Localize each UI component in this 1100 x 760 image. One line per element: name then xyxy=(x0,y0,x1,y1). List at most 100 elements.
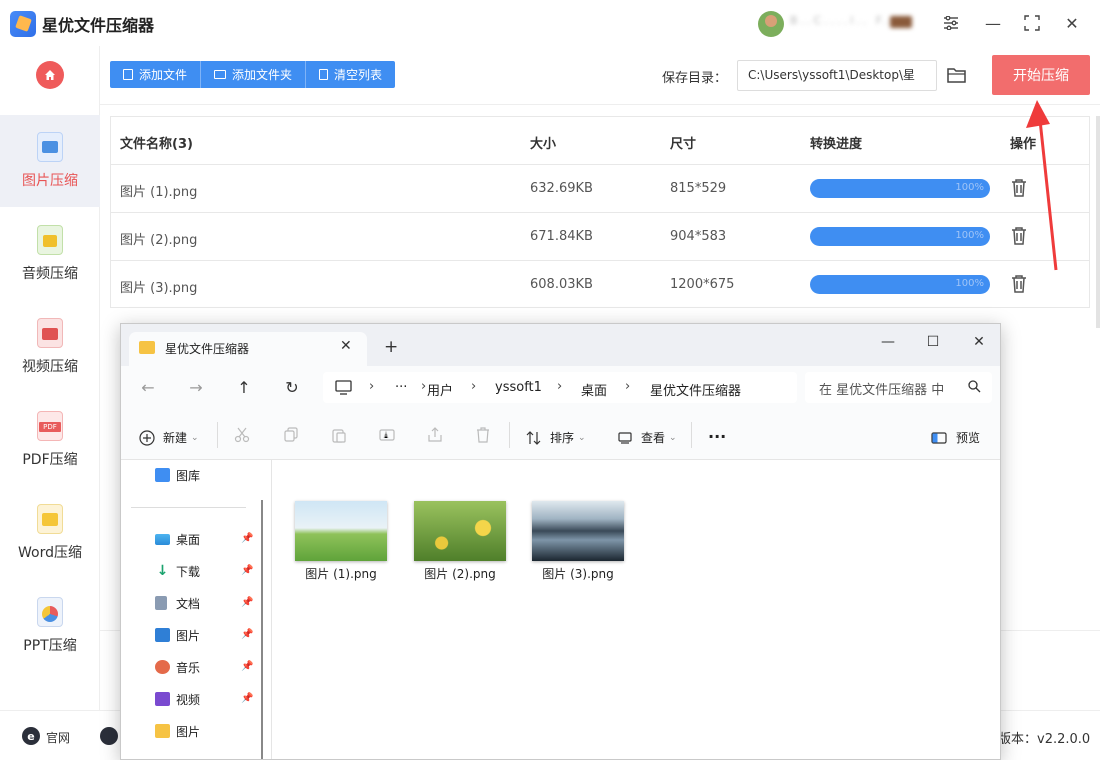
chat-icon[interactable] xyxy=(100,727,118,745)
progress-bar: 100% xyxy=(810,179,990,198)
pin-icon[interactable]: 📌 xyxy=(241,661,253,672)
nav-item-pictures[interactable]: 图片 xyxy=(155,625,200,645)
website-link[interactable]: 官网 xyxy=(46,729,70,746)
version-label: 版本：v2.2.0.0 xyxy=(998,732,1091,747)
file-label[interactable]: 图片 (2).png xyxy=(405,565,515,582)
sidebar-item-label: 视频压缩 xyxy=(22,359,78,375)
pin-icon[interactable]: 📌 xyxy=(241,565,253,576)
address-bar[interactable]: › ··· › 用户 › yssoft1 › 桌面 › 星优文件压缩器 xyxy=(323,372,797,403)
nav-item-folder[interactable]: 图片 xyxy=(155,721,200,741)
website-icon[interactable]: e xyxy=(22,727,40,745)
table-scrollbar[interactable] xyxy=(1096,116,1100,328)
minimize-button[interactable]: — xyxy=(979,10,1007,36)
file-label[interactable]: 图片 (3).png xyxy=(523,565,633,582)
landscape-thumbnail[interactable] xyxy=(295,501,387,561)
pin-icon[interactable]: 📌 xyxy=(241,629,253,640)
flowers-thumbnail[interactable] xyxy=(414,501,506,561)
breadcrumb-more[interactable]: ··· xyxy=(395,380,407,395)
paste-icon[interactable] xyxy=(331,427,347,443)
new-button[interactable]: 新建 ⌄ xyxy=(139,429,199,446)
breadcrumb-item[interactable]: 桌面 xyxy=(581,380,607,399)
explorer-minimize-button[interactable]: — xyxy=(874,331,902,353)
table-row[interactable]: 图片 (1).png 632.69KB 815*529 100% xyxy=(111,165,1089,213)
nav-pane-scrollbar[interactable] xyxy=(261,500,263,759)
share-icon[interactable] xyxy=(427,427,443,443)
breadcrumb-separator: › xyxy=(421,379,427,394)
videos-icon xyxy=(155,692,170,706)
start-compress-button[interactable]: 开始压缩 xyxy=(992,55,1090,95)
explorer-search-input[interactable]: 在 星优文件压缩器 中 xyxy=(805,372,992,403)
sidebar-item-ppt[interactable]: PPT压缩 xyxy=(0,580,100,672)
maximize-button[interactable] xyxy=(1018,10,1046,36)
pin-icon[interactable]: 📌 xyxy=(241,597,253,608)
file-label[interactable]: 图片 (1).png xyxy=(286,565,396,582)
add-folder-button[interactable]: 添加文件夹 xyxy=(201,61,307,88)
music-icon xyxy=(155,660,170,674)
sidebar-item-label: PDF压缩 xyxy=(22,452,78,468)
home-button[interactable] xyxy=(36,61,64,89)
browse-folder-icon[interactable] xyxy=(946,65,968,85)
sidebar-item-video[interactable]: 视频压缩 xyxy=(0,301,100,393)
lake-thumbnail[interactable] xyxy=(532,501,624,561)
ppt-icon xyxy=(37,597,63,627)
clear-list-button[interactable]: 清空列表 xyxy=(306,61,395,88)
view-button[interactable]: 查看 ⌄ xyxy=(618,429,677,446)
nav-item-videos[interactable]: 视频 xyxy=(155,689,200,709)
title-bar xyxy=(0,0,1100,46)
sidebar-item-audio[interactable]: 音频压缩 xyxy=(0,208,100,300)
copy-icon[interactable] xyxy=(283,427,299,443)
cut-icon[interactable] xyxy=(234,427,250,443)
file-dimensions: 1200*675 xyxy=(670,277,735,292)
pin-icon[interactable]: 📌 xyxy=(241,693,253,704)
delete-trash-icon[interactable] xyxy=(1010,274,1028,294)
nav-item-gallery[interactable]: 图库 xyxy=(155,465,200,485)
breadcrumb-separator: › xyxy=(471,379,477,394)
delete-icon[interactable] xyxy=(475,427,491,443)
tab-close-icon[interactable]: ✕ xyxy=(340,338,352,354)
user-avatar[interactable] xyxy=(758,11,784,37)
breadcrumb-item[interactable]: 用户 xyxy=(427,380,453,399)
explorer-close-button[interactable]: ✕ xyxy=(965,331,993,353)
new-tab-icon[interactable]: + xyxy=(384,337,398,357)
table-row[interactable]: 图片 (2).png 671.84KB 904*583 100% xyxy=(111,213,1089,261)
close-button[interactable]: ✕ xyxy=(1058,10,1086,36)
up-arrow-icon[interactable]: ↑ xyxy=(233,376,255,398)
gallery-icon xyxy=(155,468,170,482)
chevron-down-icon: ⌄ xyxy=(669,432,677,443)
file-size: 671.84KB xyxy=(530,229,593,244)
download-icon: ↓ xyxy=(156,563,169,579)
chevron-down-icon: ⌄ xyxy=(191,432,199,443)
more-options-button[interactable]: ··· xyxy=(708,427,726,446)
explorer-maximize-button[interactable]: ☐ xyxy=(919,331,947,353)
sort-button[interactable]: 排序 ⌄ xyxy=(526,429,586,446)
preview-button[interactable]: 预览 xyxy=(931,429,980,446)
table-row[interactable]: 图片 (3).png 608.03KB 1200*675 100% xyxy=(111,261,1089,309)
chevron-down-icon: ⌄ xyxy=(578,432,586,443)
documents-icon xyxy=(155,596,167,610)
breadcrumb-item[interactable]: 星优文件压缩器 xyxy=(650,380,741,399)
file-dimensions: 815*529 xyxy=(670,181,727,196)
nav-item-desktop[interactable]: 桌面 xyxy=(155,529,200,549)
user-name[interactable]: B..C....l.. F..... xyxy=(790,14,912,30)
pin-icon[interactable]: 📌 xyxy=(241,533,253,544)
sidebar-item-word[interactable]: Word压缩 xyxy=(0,487,100,579)
view-icon xyxy=(618,431,632,444)
command-divider xyxy=(509,422,510,448)
add-file-button[interactable]: 添加文件 xyxy=(110,61,202,88)
settings-icon[interactable] xyxy=(937,10,965,36)
back-arrow-icon[interactable]: ← xyxy=(137,376,159,398)
sidebar-item-image[interactable]: 图片压缩 xyxy=(0,115,100,207)
save-directory-input[interactable]: C:\Users\yssoft1\Desktop\星 xyxy=(737,60,937,91)
forward-arrow-icon[interactable]: → xyxy=(185,376,207,398)
nav-item-music[interactable]: 音乐 xyxy=(155,657,200,677)
sidebar-item-pdf[interactable]: PDF PDF压缩 xyxy=(0,394,100,486)
this-pc-icon xyxy=(335,380,352,395)
nav-item-documents[interactable]: 文档 xyxy=(155,593,200,613)
pane-divider[interactable] xyxy=(271,460,272,759)
app-logo-icon xyxy=(10,11,36,37)
refresh-icon[interactable]: ↻ xyxy=(281,376,303,398)
nav-item-downloads[interactable]: ↓ 下载 xyxy=(155,561,200,581)
toolbar-button-group: 添加文件 添加文件夹 清空列表 xyxy=(110,61,396,88)
breadcrumb-item[interactable]: yssoft1 xyxy=(495,380,542,395)
rename-icon[interactable] xyxy=(379,427,395,443)
